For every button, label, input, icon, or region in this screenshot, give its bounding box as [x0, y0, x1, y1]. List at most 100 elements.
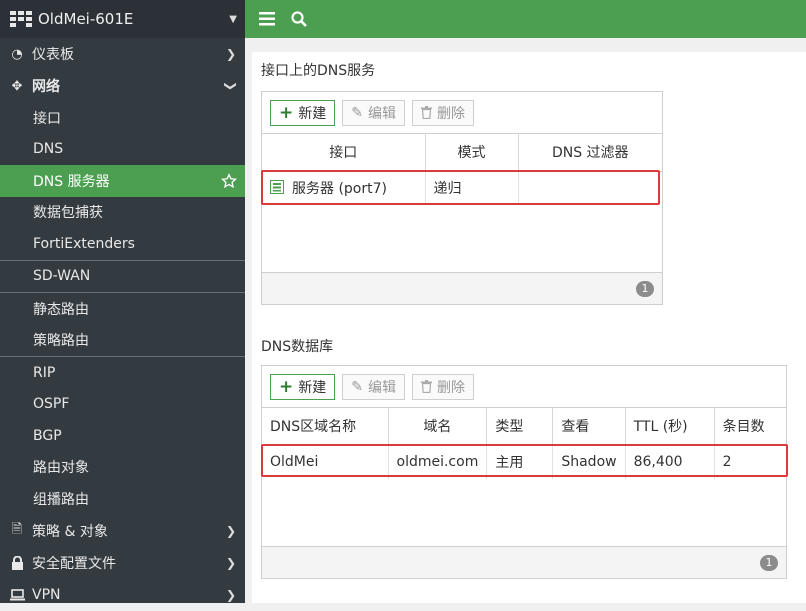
- chevron-right-icon: ❯: [225, 587, 236, 602]
- dns-service-table: 接口 模式 DNS 过滤器 服务器 (port7) 递归: [262, 134, 662, 205]
- column-header[interactable]: 条目数: [714, 408, 786, 446]
- button-label: 删除: [436, 105, 465, 122]
- chevron-right-icon: ❯: [225, 555, 236, 570]
- pencil-icon: ✎: [351, 104, 363, 121]
- sidebar-item-policy-objects[interactable]: 🗎 策略 & 对象 ❯: [0, 515, 245, 547]
- move-arrows-icon: ✥: [11, 78, 23, 94]
- sidebar-item-label: 策略 & 对象: [32, 523, 108, 540]
- trash-icon: [420, 380, 432, 393]
- sidebar-item-label: 组播路由: [33, 491, 89, 508]
- section-title: 接口上的DNS服务: [261, 63, 376, 79]
- column-header[interactable]: 类型: [486, 408, 554, 446]
- table-row[interactable]: 服务器 (port7) 递归: [262, 171, 662, 205]
- device-name: OldMei-601E: [38, 10, 134, 28]
- sidebar-item-rip[interactable]: RIP: [0, 357, 245, 389]
- sidebar-item-sd-wan[interactable]: SD-WAN: [0, 261, 245, 293]
- chevron-down-icon: ❯: [223, 80, 238, 92]
- sidebar-item-static-routes[interactable]: 静态路由: [0, 293, 245, 325]
- sidebar-item-label: RIP: [33, 364, 56, 381]
- column-header[interactable]: DNS区域名称: [262, 408, 389, 446]
- delete-button[interactable]: 删除: [411, 373, 474, 400]
- sidebar-item-label: 网络: [32, 79, 60, 95]
- sidebar-item-label: 策略路由: [33, 333, 89, 350]
- sidebar-item-label: 静态路由: [33, 301, 89, 318]
- sidebar-item-label: 仪表板: [32, 47, 74, 63]
- sidebar-item-label: BGP: [33, 427, 62, 444]
- sidebar-item-label: 路由对象: [33, 460, 89, 477]
- dns-service-grid: + 新建 ✎ 编辑 删除 接口 模式 DNS 过滤器 服务器 (port7) 递…: [261, 91, 663, 305]
- grid-footer: 1: [262, 546, 786, 578]
- edit-button[interactable]: ✎ 编辑: [342, 373, 405, 400]
- section-title: DNS数据库: [261, 339, 334, 355]
- toolbar: + 新建 ✎ 编辑 删除: [262, 366, 786, 408]
- sidebar-item-security-profiles[interactable]: 安全配置文件 ❯: [0, 547, 245, 579]
- fortinet-logo-icon: [10, 11, 32, 27]
- domain-cell: oldmei.com: [388, 445, 488, 479]
- sidebar-item-fortiextenders[interactable]: FortiExtenders: [0, 228, 245, 260]
- sidebar-item-label: 接口: [33, 110, 61, 127]
- sidebar-item-vpn[interactable]: VPN ❯: [0, 579, 245, 611]
- server-icon: [270, 180, 284, 198]
- laptop-icon: [8, 588, 26, 601]
- trash-icon: [420, 106, 432, 119]
- column-header[interactable]: TTL (秒): [625, 408, 715, 446]
- row-count-badge: 1: [760, 555, 778, 571]
- sidebar-item-network[interactable]: ✥ 网络 ❯: [0, 70, 245, 102]
- sidebar-item-label: 安全配置文件: [32, 555, 116, 572]
- interface-cell: 服务器 (port7): [262, 171, 426, 205]
- view-cell: Shadow: [552, 445, 626, 479]
- plus-icon: +: [279, 102, 294, 123]
- sidebar-item-label: SD-WAN: [33, 268, 91, 285]
- chevron-right-icon: ❯: [225, 523, 236, 538]
- sidebar-item-label: DNS 服务器: [33, 173, 110, 190]
- table-header: 接口 模式 DNS 过滤器: [262, 134, 662, 172]
- mode-cell: 递归: [425, 171, 519, 205]
- dns-database-panel: DNS数据库 + 新建 ✎ 编辑 删除 DNS区域名称 域名 类型 查看 TTL (…: [252, 331, 806, 603]
- top-bar: [245, 0, 806, 38]
- delete-button[interactable]: 删除: [411, 99, 474, 126]
- sidebar: OldMei-601E ▼ ◔ 仪表板 ❯ ✥ 网络 ❯ 接口 DNS DNS …: [0, 0, 245, 603]
- dns-filter-cell: [518, 171, 662, 205]
- column-header[interactable]: 模式: [425, 134, 519, 172]
- sidebar-item-interfaces[interactable]: 接口: [0, 102, 245, 134]
- entries-cell: 2: [722, 454, 732, 471]
- button-label: 编辑: [367, 105, 396, 122]
- sidebar-item-bgp[interactable]: BGP: [0, 420, 245, 452]
- dns-database-grid: + 新建 ✎ 编辑 删除 DNS区域名称 域名 类型 查看 TTL (秒) 条目数 …: [261, 365, 787, 579]
- button-label: 删除: [436, 379, 465, 396]
- table-row[interactable]: OldMei oldmei.com 主用 Shadow 86,400 2: [262, 445, 786, 479]
- dns-database-table: DNS区域名称 域名 类型 查看 TTL (秒) 条目数 OldMei oldm…: [262, 408, 786, 479]
- sidebar-item-policy-routes[interactable]: 策略路由: [0, 325, 245, 357]
- type-cell: 主用: [486, 445, 554, 479]
- sidebar-item-label: FortiExtenders: [33, 235, 135, 252]
- column-header[interactable]: DNS 过滤器: [518, 134, 662, 172]
- new-button[interactable]: + 新建: [270, 373, 336, 400]
- caret-down-icon: ▼: [229, 13, 237, 25]
- column-header[interactable]: 查看: [552, 408, 626, 446]
- sidebar-item-routing-objects[interactable]: 路由对象: [0, 452, 245, 484]
- menu-icon[interactable]: [259, 11, 275, 27]
- button-label: 新建: [298, 379, 327, 396]
- search-icon[interactable]: [291, 11, 307, 27]
- sidebar-item-dashboard[interactable]: ◔ 仪表板 ❯: [0, 38, 245, 70]
- sidebar-item-ospf[interactable]: OSPF: [0, 389, 245, 421]
- pencil-icon: ✎: [351, 378, 363, 395]
- column-header[interactable]: 接口: [262, 134, 426, 172]
- sidebar-item-dns-server[interactable]: DNS 服务器: [0, 165, 245, 197]
- ttl-cell: 86,400: [625, 445, 715, 479]
- document-icon: 🗎: [11, 521, 23, 537]
- star-icon[interactable]: [221, 172, 237, 189]
- sidebar-item-packet-capture[interactable]: 数据包捕获: [0, 197, 245, 229]
- button-label: 编辑: [367, 379, 396, 396]
- sidebar-item-dns[interactable]: DNS: [0, 134, 245, 166]
- row-count-badge: 1: [636, 281, 654, 297]
- new-button[interactable]: + 新建: [270, 99, 336, 126]
- zone-name-cell: OldMei: [262, 445, 389, 479]
- main-content: 接口上的DNS服务 + 新建 ✎ 编辑 删除 接口 模式 DNS 过滤器 服务器…: [245, 38, 806, 603]
- edit-button[interactable]: ✎ 编辑: [342, 99, 405, 126]
- chevron-right-icon: ❯: [225, 47, 236, 61]
- sidebar-item-multicast[interactable]: 组播路由: [0, 483, 245, 515]
- column-header[interactable]: 域名: [388, 408, 488, 446]
- sidebar-item-label: OSPF: [33, 396, 70, 413]
- device-selector[interactable]: OldMei-601E ▼: [0, 0, 245, 38]
